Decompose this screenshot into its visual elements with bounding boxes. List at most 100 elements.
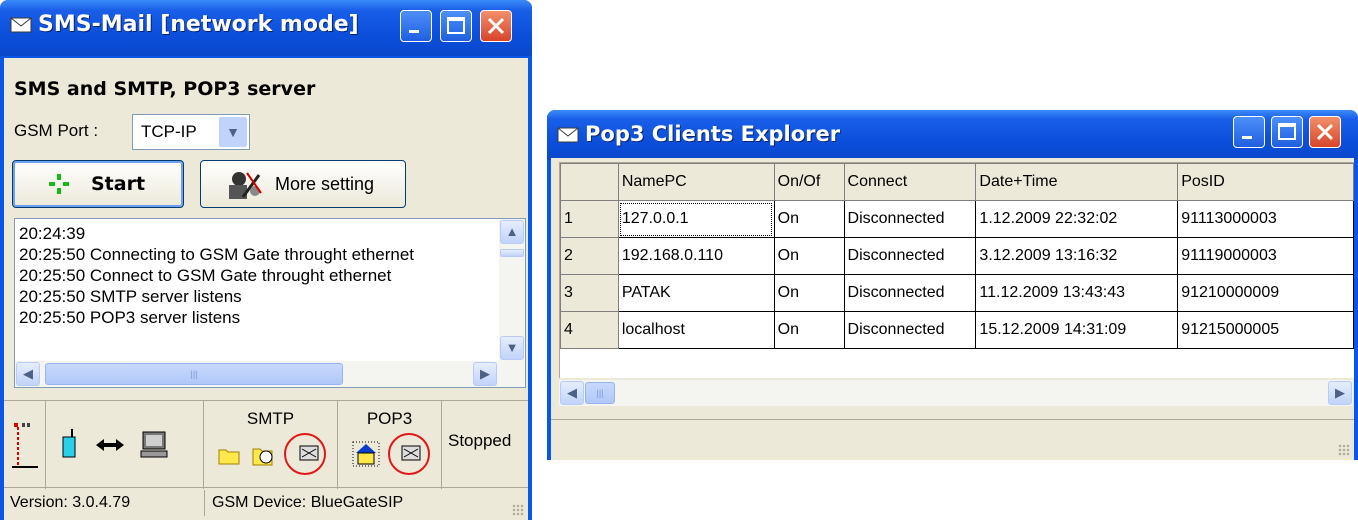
more-setting-button[interactable]: More setting — [200, 160, 406, 208]
cell-posid[interactable]: 91210000009 — [1177, 274, 1354, 312]
pop3-title: Pop3 Clients Explorer — [557, 122, 840, 146]
close-button[interactable] — [480, 10, 512, 42]
cell-connect[interactable]: Disconnected — [843, 237, 977, 275]
scroll-thumb[interactable]: ||| — [45, 363, 343, 385]
cell-onoff[interactable]: On — [773, 311, 845, 349]
scroll-left-icon[interactable]: ◀ — [16, 362, 40, 386]
clients-grid[interactable]: NamePC On/Of Connect Date+Time PosID 1 1… — [559, 162, 1354, 378]
row-header[interactable]: 4 — [560, 311, 619, 349]
more-setting-label: More setting — [275, 174, 375, 194]
corner-cell — [560, 163, 619, 201]
settings-icon — [229, 172, 262, 199]
server-state: Stopped — [448, 431, 512, 450]
maximize-button[interactable] — [440, 10, 472, 42]
smtp-cell: SMTP — [204, 401, 338, 489]
start-button[interactable]: Start — [12, 160, 184, 208]
cell-posid[interactable]: 91215000005 — [1177, 311, 1354, 349]
pop3-client: NamePC On/Of Connect Date+Time PosID 1 1… — [551, 158, 1354, 460]
sms-mail-titlebar[interactable]: SMS-Mail [network mode] — [0, 0, 532, 56]
scroll-down-icon[interactable]: ▼ — [500, 336, 524, 360]
version-text: Version: 3.0.4.79 — [10, 494, 131, 511]
cell-connect[interactable]: Disconnected — [843, 200, 977, 238]
sms-mail-client: SMS and SMTP, POP3 server GSM Port : TCP… — [4, 58, 528, 520]
status-bar: Version: 3.0.4.79 GSM Device: BlueGateSI… — [4, 487, 528, 520]
minimize-icon — [1242, 136, 1252, 139]
resize-grip[interactable] — [1338, 444, 1350, 456]
maximize-icon — [1278, 123, 1296, 140]
cell-onoff[interactable]: On — [773, 200, 845, 238]
phone-icon — [62, 429, 76, 458]
grid-horizontal-scrollbar[interactable]: ◀ ||| ▶ — [559, 380, 1353, 406]
column-header[interactable]: Connect — [843, 163, 977, 201]
cell-onoff[interactable]: On — [773, 274, 845, 312]
log-icon[interactable] — [252, 445, 276, 467]
signal-icon — [12, 423, 38, 468]
connection-cell — [46, 401, 204, 489]
resize-grip[interactable] — [512, 504, 524, 516]
cell-namepc[interactable]: localhost — [617, 311, 775, 349]
link-icon — [96, 439, 124, 451]
log-line: 20:25:50 POP3 server listens — [19, 308, 241, 327]
gsm-port-value: TCP-IP — [141, 122, 197, 141]
chevron-down-icon[interactable]: ▼ — [219, 117, 247, 147]
close-button[interactable] — [1309, 116, 1341, 148]
log-list[interactable]: 20:24:39 20:25:50 Connecting to GSM Gate… — [14, 218, 526, 388]
log-line: 20:25:50 Connect to GSM Gate throught et… — [19, 266, 392, 285]
cell-namepc[interactable]: 127.0.0.1 — [617, 200, 775, 238]
gsm-port-select[interactable]: TCP-IP ▼ — [132, 114, 250, 150]
log-horizontal-scrollbar[interactable]: ◀ ||| ▶ — [15, 361, 525, 387]
highlight-circle — [388, 433, 430, 475]
minimize-button[interactable] — [1233, 116, 1265, 148]
state-cell: Stopped — [442, 401, 528, 489]
log-vertical-scrollbar[interactable]: ▲ ▼ — [499, 219, 525, 361]
cell-namepc[interactable]: PATAK — [617, 274, 775, 312]
cell-onoff[interactable]: On — [773, 237, 845, 275]
smtp-label: SMTP — [246, 409, 295, 428]
scroll-right-icon[interactable]: ▶ — [1328, 381, 1352, 405]
scroll-thumb[interactable]: ||| — [585, 382, 615, 404]
row-header[interactable]: 3 — [560, 274, 619, 312]
sms-mail-window: SMS-Mail [network mode] SMS and SMTP, PO… — [0, 0, 532, 520]
minimize-button[interactable] — [400, 10, 432, 42]
row-header[interactable]: 2 — [560, 237, 619, 275]
table-row[interactable]: 2 192.168.0.110 On Disconnected 3.12.200… — [560, 237, 1354, 275]
column-header[interactable]: Date+Time — [975, 163, 1179, 201]
envelope-icon — [10, 17, 32, 33]
cell-posid[interactable]: 91113000003 — [1177, 200, 1354, 238]
heading: SMS and SMTP, POP3 server — [14, 78, 316, 100]
cell-datetime[interactable]: 1.12.2009 22:32:02 — [975, 200, 1179, 238]
maximize-button[interactable] — [1271, 116, 1303, 148]
cell-connect[interactable]: Disconnected — [843, 274, 977, 312]
close-icon — [1316, 123, 1334, 141]
gsm-port-label: GSM Port : — [14, 121, 99, 140]
scroll-thumb[interactable] — [500, 249, 524, 257]
table-row[interactable]: 3 PATAK On Disconnected 11.12.2009 13:43… — [560, 274, 1354, 312]
pop3-cell: POP3 — [338, 401, 442, 489]
pop3-titlebar[interactable]: Pop3 Clients Explorer — [547, 110, 1358, 160]
computer-icon — [140, 431, 168, 458]
home-icon[interactable] — [352, 441, 380, 467]
column-header[interactable]: PosID — [1177, 163, 1354, 201]
log-line: 20:25:50 SMTP server listens — [19, 287, 242, 306]
minimize-icon — [409, 30, 419, 33]
scroll-right-icon[interactable]: ▶ — [473, 362, 497, 386]
status-panel: SMTP POP3 Stopped — [4, 400, 528, 489]
signal-cell — [4, 401, 46, 489]
log-line: 20:25:50 Connecting to GSM Gate throught… — [19, 245, 415, 264]
cell-namepc[interactable]: 192.168.0.110 — [617, 237, 775, 275]
cell-datetime[interactable]: 11.12.2009 13:43:43 — [975, 274, 1179, 312]
folder-icon[interactable] — [218, 447, 240, 465]
cell-connect[interactable]: Disconnected — [843, 311, 977, 349]
table-header-row: NamePC On/Of Connect Date+Time PosID — [560, 163, 1354, 201]
row-header[interactable]: 1 — [560, 200, 619, 238]
cell-datetime[interactable]: 3.12.2009 13:16:32 — [975, 237, 1179, 275]
table-row[interactable]: 4 localhost On Disconnected 15.12.2009 1… — [560, 311, 1354, 349]
cell-datetime[interactable]: 15.12.2009 14:31:09 — [975, 311, 1179, 349]
scroll-up-icon[interactable]: ▲ — [500, 220, 524, 244]
cell-posid[interactable]: 91119000003 — [1177, 237, 1354, 275]
column-header[interactable]: NamePC — [617, 163, 775, 201]
scroll-left-icon[interactable]: ◀ — [560, 381, 584, 405]
column-header[interactable]: On/Of — [773, 163, 845, 201]
pop3-title-text: Pop3 Clients Explorer — [585, 122, 841, 146]
table-row[interactable]: 1 127.0.0.1 On Disconnected 1.12.2009 22… — [560, 200, 1354, 238]
